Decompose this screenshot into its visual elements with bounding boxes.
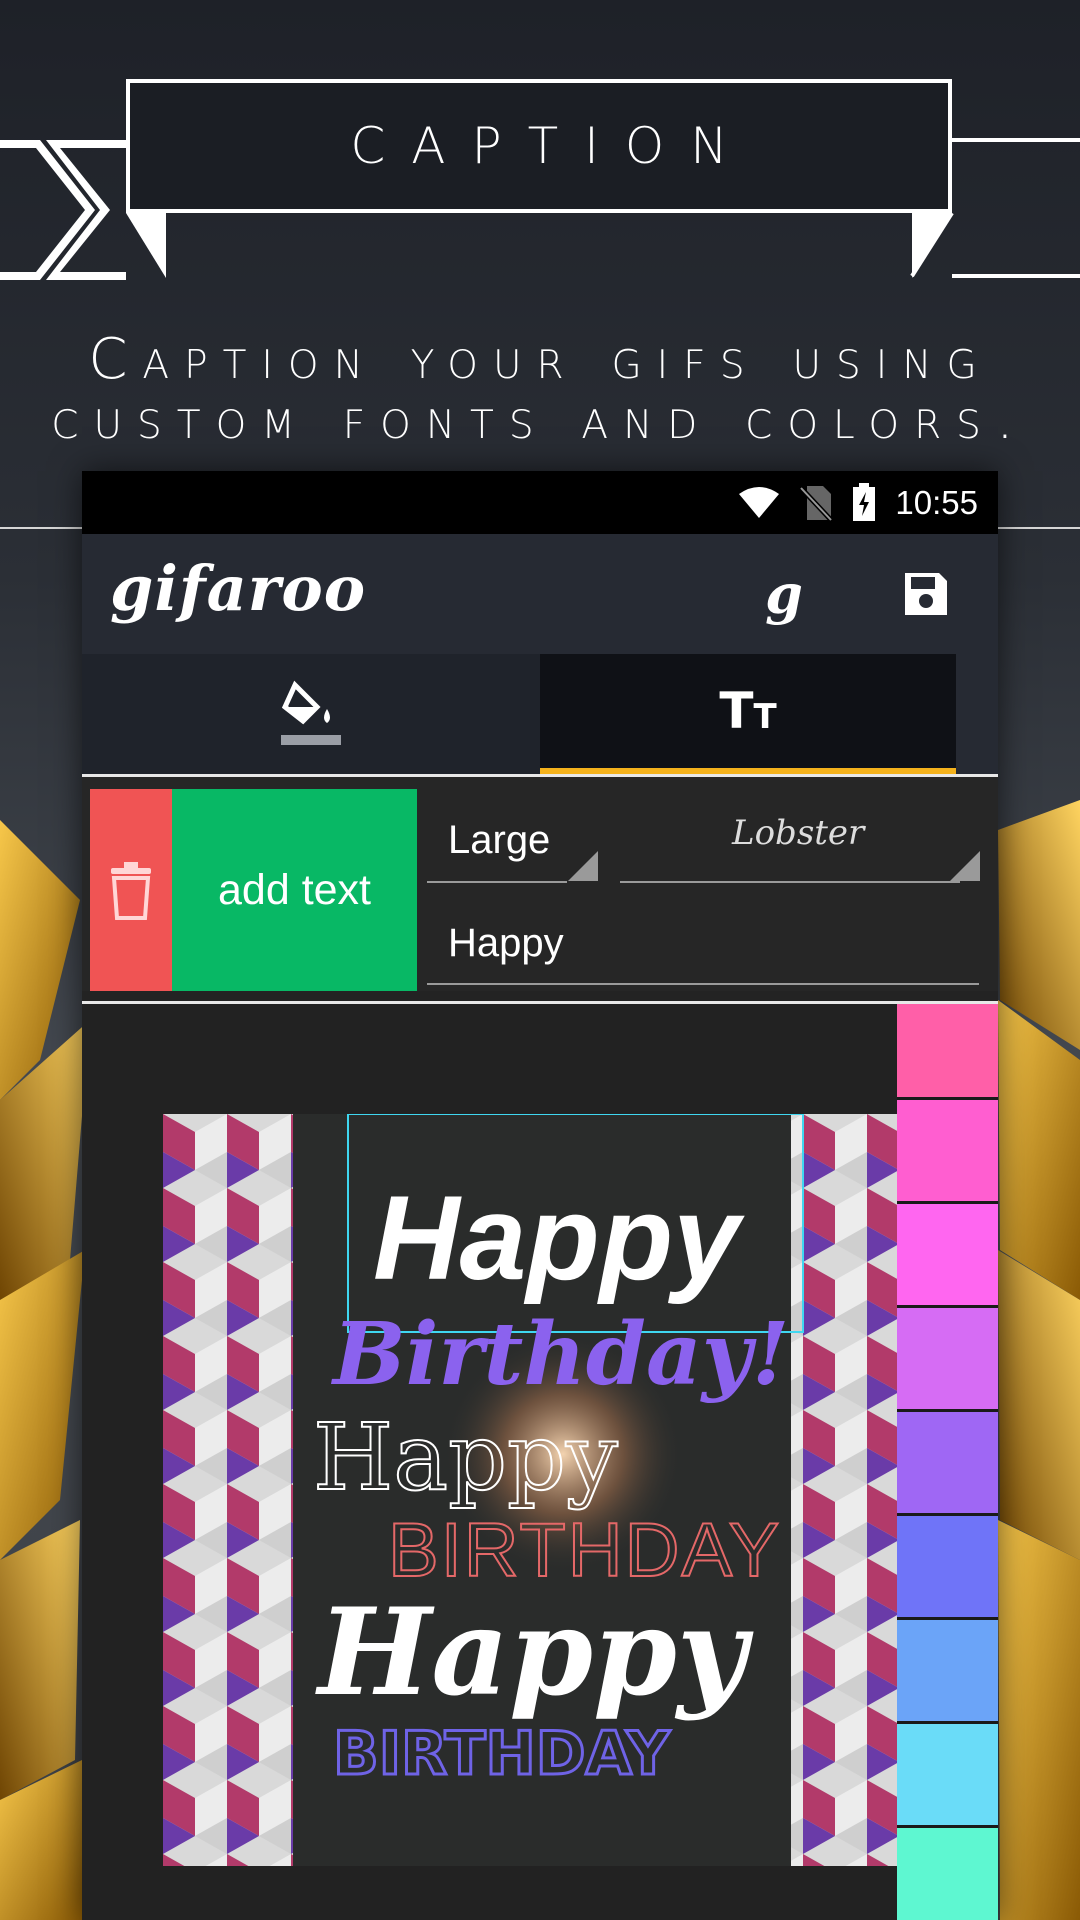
trash-icon bbox=[111, 862, 151, 920]
tabs-spacer bbox=[956, 654, 998, 774]
delete-text-button[interactable] bbox=[90, 789, 172, 991]
caption-3[interactable]: Happy bbox=[312, 1403, 619, 1512]
save-button[interactable] bbox=[894, 562, 958, 626]
color-swatch[interactable] bbox=[897, 1828, 998, 1920]
divider-right bbox=[998, 527, 1080, 529]
color-swatch[interactable] bbox=[897, 1004, 998, 1100]
caption-1[interactable]: Happy bbox=[373, 1171, 745, 1305]
color-swatch[interactable] bbox=[897, 1516, 998, 1620]
tagline: Caption your gifs using custom fonts and… bbox=[0, 330, 1080, 450]
tagline-line-2: custom fonts and colors. bbox=[51, 387, 1029, 452]
font-select-underline bbox=[620, 881, 960, 883]
phone-screen: 10:55 gifaroo g TT add text Large Lobste… bbox=[82, 471, 998, 1920]
font-dropdown-caret bbox=[950, 851, 980, 881]
tab-color[interactable] bbox=[82, 654, 540, 774]
text-size-icon: TT bbox=[719, 682, 777, 740]
gif-canvas[interactable]: Happy Birthday! Happy BIRTHDAY Happy BIR… bbox=[163, 1114, 897, 1866]
banner: CAPTION bbox=[126, 79, 952, 213]
size-select-underline bbox=[427, 881, 567, 883]
size-dropdown-caret bbox=[568, 851, 598, 881]
gif-pattern: Happy Birthday! Happy BIRTHDAY Happy BIR… bbox=[163, 1114, 897, 1866]
color-swatch[interactable] bbox=[897, 1620, 998, 1724]
battery-charging-icon bbox=[851, 482, 877, 523]
divider-left bbox=[0, 527, 82, 529]
caption-text-input[interactable]: Happy bbox=[448, 921, 564, 966]
color-palette bbox=[897, 1004, 998, 1920]
paint-bucket-icon bbox=[281, 680, 341, 745]
font-select[interactable]: Lobster bbox=[732, 813, 864, 853]
caption-input-underline bbox=[427, 983, 979, 985]
color-swatch[interactable] bbox=[897, 1724, 998, 1828]
tagline-line-1: Caption your gifs using bbox=[88, 327, 992, 392]
color-swatch[interactable] bbox=[897, 1412, 998, 1516]
add-text-button[interactable]: add text bbox=[172, 789, 417, 991]
size-select[interactable]: Large bbox=[448, 818, 550, 863]
caption-4[interactable]: BIRTHDAY bbox=[387, 1507, 781, 1594]
caption-2[interactable]: Birthday! bbox=[330, 1304, 790, 1405]
caption-6[interactable]: BIRTHDAY bbox=[332, 1718, 673, 1791]
no-sim-icon bbox=[799, 484, 834, 522]
editor-tabs: TT bbox=[82, 654, 998, 774]
status-bar: 10:55 bbox=[82, 471, 998, 534]
tab-text[interactable]: TT bbox=[540, 654, 956, 774]
app-logo: gifaroo bbox=[110, 552, 367, 625]
caption-5[interactable]: Happy bbox=[315, 1582, 754, 1723]
status-time: 10:55 bbox=[895, 483, 978, 521]
banner-title: CAPTION bbox=[350, 117, 754, 175]
color-swatch[interactable] bbox=[897, 1100, 998, 1204]
color-swatch[interactable] bbox=[897, 1204, 998, 1308]
wifi-icon bbox=[737, 486, 781, 520]
gifaroo-g-button[interactable]: g bbox=[752, 562, 816, 626]
app-bar: gifaroo g bbox=[82, 534, 998, 654]
save-icon bbox=[905, 573, 947, 615]
color-swatch[interactable] bbox=[897, 1308, 998, 1412]
gifaroo-g-icon: g bbox=[765, 562, 803, 626]
